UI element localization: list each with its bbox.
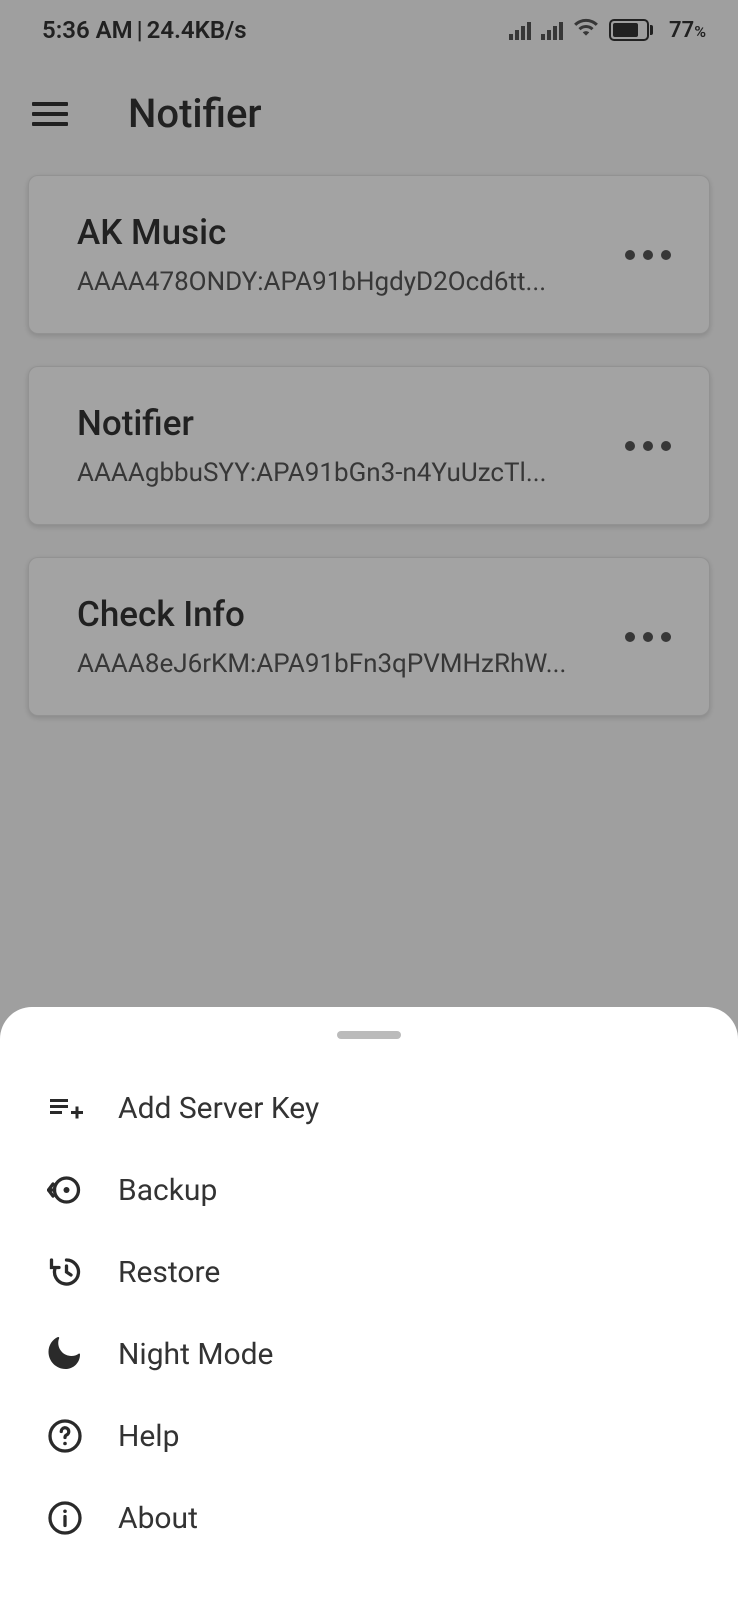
menu-icon[interactable] — [32, 102, 68, 126]
info-icon — [46, 1499, 84, 1537]
card-title: AK Music — [77, 212, 603, 253]
wifi-icon — [573, 14, 599, 46]
status-bar: 5:36 AM | 24.4KB/s 77% — [0, 0, 738, 60]
battery-icon — [609, 19, 653, 41]
card-check-info[interactable]: Check Info AAAA8eJ6rKM:APA91bFn3qPVMHzRh… — [28, 557, 710, 716]
signal-icon-1 — [509, 20, 531, 40]
status-separator: | — [137, 16, 143, 44]
status-right: 77% — [509, 14, 706, 46]
sheet-item-add-server-key[interactable]: Add Server Key — [0, 1067, 738, 1149]
more-icon[interactable] — [615, 431, 681, 461]
battery-percent: 77% — [669, 18, 706, 43]
app-bar: Notifier — [0, 60, 738, 161]
sheet-label: About — [118, 1501, 198, 1536]
more-icon[interactable] — [615, 240, 681, 270]
page-title: Notifier — [128, 90, 262, 137]
backup-icon — [46, 1171, 84, 1209]
status-left: 5:36 AM | 24.4KB/s — [42, 16, 247, 44]
help-icon — [46, 1417, 84, 1455]
sheet-label: Help — [118, 1419, 179, 1454]
card-list: AK Music AAAA478ONDY:APA91bHgdyD2Ocd6tt.… — [0, 161, 738, 762]
sheet-item-help[interactable]: Help — [0, 1395, 738, 1477]
card-key: AAAA8eJ6rKM:APA91bFn3qPVMHzRhW... — [77, 649, 603, 679]
sheet-item-backup[interactable]: Backup — [0, 1149, 738, 1231]
sheet-item-about[interactable]: About — [0, 1477, 738, 1559]
card-key: AAAA478ONDY:APA91bHgdyD2Ocd6tt... — [77, 267, 603, 297]
sheet-item-night-mode[interactable]: Night Mode — [0, 1313, 738, 1395]
sheet-label: Add Server Key — [118, 1091, 319, 1126]
signal-icon-2 — [541, 20, 563, 40]
restore-icon — [46, 1253, 84, 1291]
card-notifier[interactable]: Notifier AAAAgbbuSYY:APA91bGn3-n4YuUzcTl… — [28, 366, 710, 525]
bottom-sheet: Add Server Key Backup Restore Night Mode… — [0, 1007, 738, 1599]
drag-handle[interactable] — [337, 1031, 401, 1039]
playlist-add-icon — [46, 1089, 84, 1127]
card-key: AAAAgbbuSYY:APA91bGn3-n4YuUzcTl... — [77, 458, 603, 488]
card-ak-music[interactable]: AK Music AAAA478ONDY:APA91bHgdyD2Ocd6tt.… — [28, 175, 710, 334]
status-speed: 24.4KB/s — [147, 16, 247, 44]
sheet-label: Backup — [118, 1173, 217, 1208]
status-time: 5:36 AM — [42, 16, 133, 44]
moon-icon — [46, 1335, 84, 1373]
card-title: Check Info — [77, 594, 603, 635]
sheet-item-restore[interactable]: Restore — [0, 1231, 738, 1313]
sheet-label: Night Mode — [118, 1337, 273, 1372]
sheet-label: Restore — [118, 1255, 220, 1290]
card-title: Notifier — [77, 403, 603, 444]
more-icon[interactable] — [615, 622, 681, 652]
